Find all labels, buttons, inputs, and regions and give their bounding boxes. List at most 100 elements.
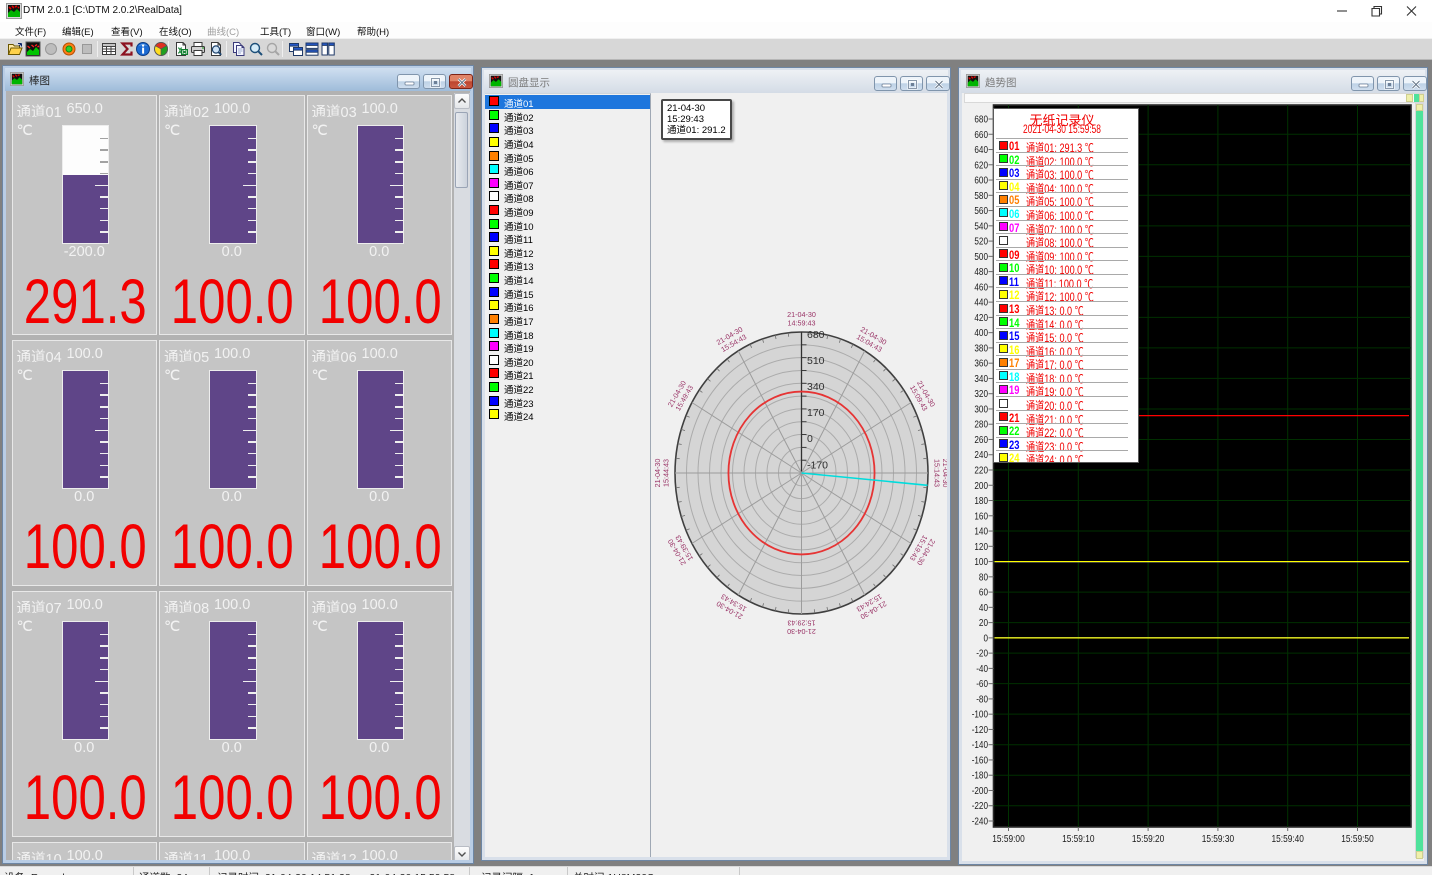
app-minimize-button[interactable] xyxy=(1327,0,1357,22)
toolbar-tile-vertical-button[interactable] xyxy=(320,41,337,58)
bar-cell-通道01: 通道01650.0℃-200.0291.3 xyxy=(12,95,158,335)
toolbar-info-button[interactable] xyxy=(135,41,152,58)
disc-minimize-button[interactable] xyxy=(874,76,897,91)
bar-cell-通道08: 通道08100.0℃0.0100.0 xyxy=(159,591,305,837)
trend-ylabel: -40 xyxy=(976,664,988,675)
bar-range-max: 100.0 xyxy=(362,101,398,117)
statusbar-separator xyxy=(209,867,210,875)
bar-minimize-button[interactable] xyxy=(397,74,420,89)
dial-time-time: 15:29:43 xyxy=(788,619,816,628)
bar-gauge-tick xyxy=(248,692,256,694)
bar-gauge-tick xyxy=(248,406,256,408)
record-icon xyxy=(61,41,77,57)
menu-item-3[interactable]: 查看(V) xyxy=(111,24,143,38)
trend-minimize-button[interactable] xyxy=(1351,76,1374,91)
trend-ylabel: 80 xyxy=(979,572,988,583)
menu-item-1[interactable]: 文件(F) xyxy=(15,24,46,38)
disc-window-titlebar[interactable]: 圆盘显示 xyxy=(484,70,948,93)
bar-gauge-tick xyxy=(100,173,108,175)
trend-ylabel: -240 xyxy=(972,817,989,828)
trend-restore-button[interactable] xyxy=(1377,76,1400,91)
trend-ylabel: -200 xyxy=(972,786,989,797)
menu-item-8[interactable]: 帮助(H) xyxy=(357,24,389,38)
trend-vscroll[interactable] xyxy=(1415,103,1424,858)
dial-time-time: 15:44:43 xyxy=(662,459,671,487)
copy-icon xyxy=(231,41,247,57)
bar-gauge-tick xyxy=(248,149,256,151)
toolbar-tile-horizontal-button[interactable] xyxy=(304,41,321,58)
legend-row-05: 05通道05: 100.0 ℃ xyxy=(996,192,1128,206)
bar-gauge-tick xyxy=(395,645,403,647)
toolbar-table-button[interactable] xyxy=(101,41,118,58)
legend-color-chip xyxy=(999,208,1008,217)
app-close-button[interactable] xyxy=(1397,0,1427,22)
bar-unit: ℃ xyxy=(17,619,33,635)
scroll-down-button[interactable] xyxy=(454,846,470,860)
bar-gauge-tick xyxy=(395,406,403,408)
toolbar-export-button[interactable] xyxy=(173,41,190,58)
vscroll-thumb-bottom[interactable] xyxy=(1416,851,1423,859)
bar-gauge-tick xyxy=(100,406,108,408)
bar-window-titlebar[interactable]: 棒图 xyxy=(5,68,471,91)
scroll-thumb[interactable] xyxy=(455,112,468,188)
bar-channel-name: 通道09 xyxy=(312,597,359,613)
bar-scrollbar[interactable] xyxy=(454,93,470,860)
dial-time-time: 14:59:43 xyxy=(788,319,816,328)
legend-color-chip xyxy=(999,195,1008,204)
disc-close-button[interactable] xyxy=(926,76,950,91)
sum-icon xyxy=(119,41,135,57)
bar-gauge-tick xyxy=(395,418,403,420)
trend-ylabel: 20 xyxy=(979,618,988,629)
app-restore-button[interactable] xyxy=(1362,0,1392,22)
legend-color-chip xyxy=(999,236,1008,245)
bar-gauge-tick xyxy=(100,465,108,467)
statusbar-separator xyxy=(133,867,134,875)
bar-unit: ℃ xyxy=(164,619,180,635)
toolbar-record-button[interactable] xyxy=(61,41,78,58)
bar-gauge-tick xyxy=(100,634,108,636)
bar-gauge-tick xyxy=(243,430,256,432)
hscroll-thumb[interactable] xyxy=(1406,94,1413,102)
bar-cell-通道12: 通道12100.0℃0.0100.0 xyxy=(307,842,453,860)
toolbar-copy-button[interactable] xyxy=(231,41,248,58)
scroll-up-button[interactable] xyxy=(454,93,470,109)
trend-ylabel: 40 xyxy=(979,603,988,614)
disc-restore-button[interactable] xyxy=(900,76,923,91)
toolbar-print-preview-button[interactable] xyxy=(208,41,225,58)
trend-xlabel: 15:59:10 xyxy=(1062,834,1095,845)
legend-row-08: 08通道08: 100.0 ℃ xyxy=(996,233,1128,247)
menu-item-4[interactable]: 在线(O) xyxy=(159,24,192,38)
dial-time-label: 21-04-3015:14:43 xyxy=(933,459,948,488)
trend-ylabel: 520 xyxy=(974,237,988,248)
bar-range-max: 100.0 xyxy=(362,848,398,860)
menu-item-6[interactable]: 工具(T) xyxy=(260,24,291,38)
trend-window-titlebar[interactable]: 趋势图 xyxy=(961,70,1425,93)
menu-item-7[interactable]: 窗口(W) xyxy=(306,24,340,38)
bar-channel-name: 通道10 xyxy=(17,848,64,860)
toolbar-sum-button[interactable] xyxy=(119,41,136,58)
bar-gauge-tick xyxy=(95,430,108,432)
table-icon xyxy=(101,41,117,57)
toolbar-cascade-windows-button[interactable] xyxy=(288,41,305,58)
bar-cell-通道02: 通道02100.0℃0.0100.0 xyxy=(159,95,305,335)
trend-close-button[interactable] xyxy=(1403,76,1427,91)
toolbar-open-folder-button[interactable] xyxy=(7,41,24,58)
toolbar-realtime-data-button[interactable] xyxy=(25,41,42,58)
menu-item-5[interactable]: 曲线(C) xyxy=(207,24,239,38)
bar-restore-button[interactable] xyxy=(423,74,446,89)
bar-close-button[interactable] xyxy=(449,74,473,89)
trend-ylabel: 160 xyxy=(974,511,988,522)
toolbar-separator xyxy=(226,41,227,57)
toolbar-zoom-button[interactable] xyxy=(248,41,265,58)
bar-gauge-tick xyxy=(100,716,108,718)
trend-graph-window: 趋势图 680660640620600580560540520500480460… xyxy=(958,67,1428,865)
trend-hscroll[interactable] xyxy=(964,93,1424,103)
bar-gauge-tick xyxy=(100,394,108,396)
menu-item-2[interactable]: 编辑(E) xyxy=(62,24,94,38)
menu-bar: 文件(F) 编辑(E) 查看(V) 在线(O) 曲线(C) 工具(T) 窗口(W) 帮助(H) xyxy=(0,22,1432,38)
vscroll-thumb-top[interactable] xyxy=(1416,104,1423,111)
trend-ylabel: 380 xyxy=(974,343,988,354)
bar-gauge-tick xyxy=(100,138,108,140)
toolbar-print-button[interactable] xyxy=(190,41,207,58)
print-icon xyxy=(190,41,206,57)
